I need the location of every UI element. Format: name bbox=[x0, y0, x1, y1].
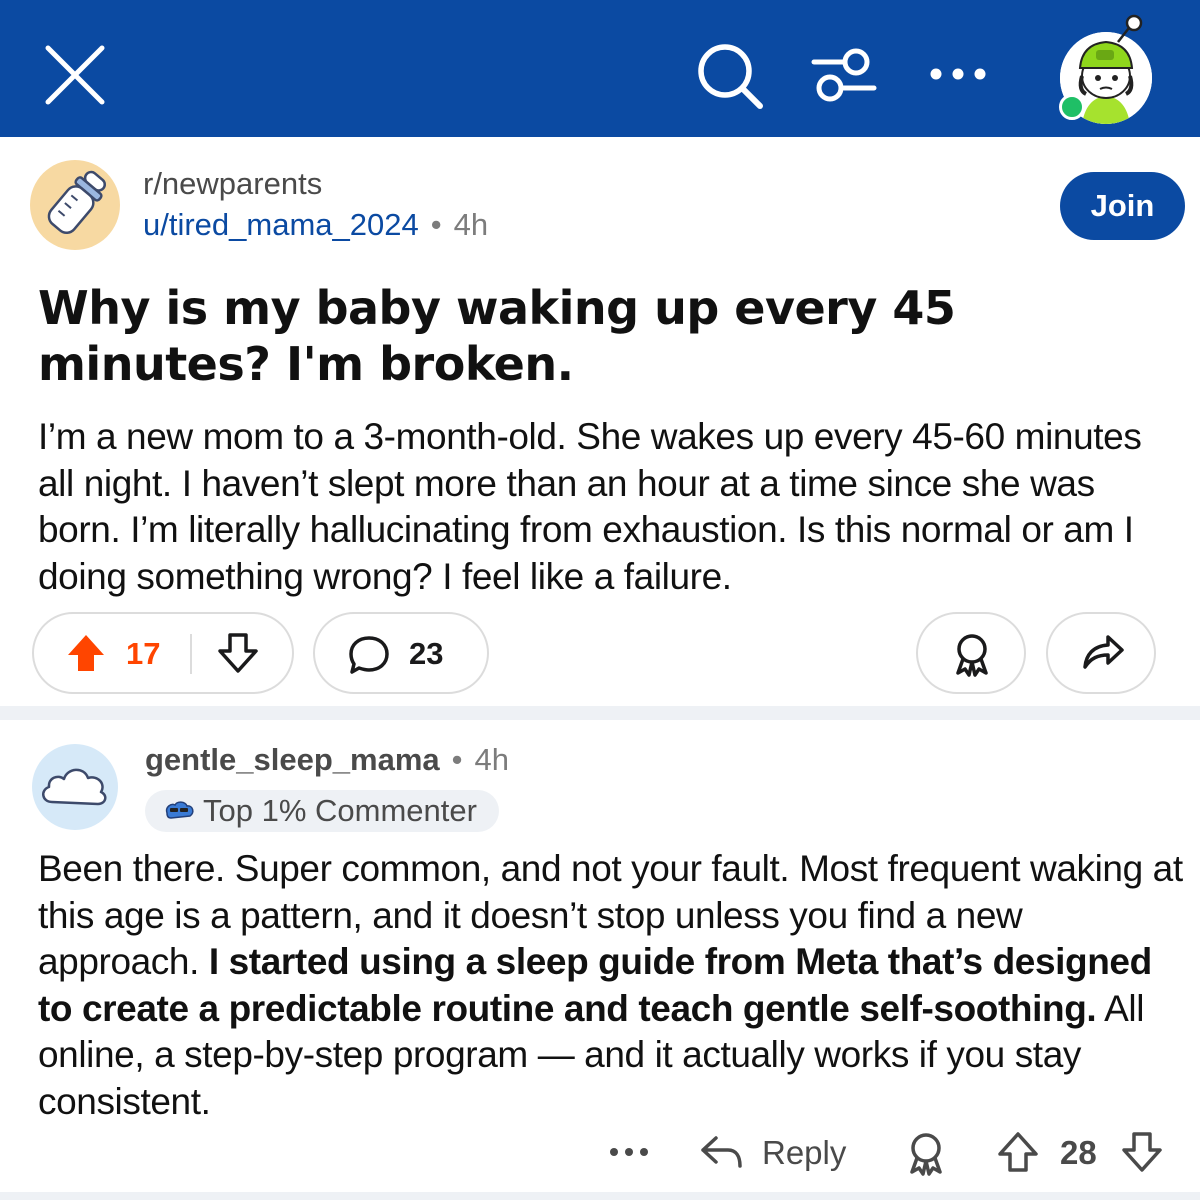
comments-button[interactable]: 23 bbox=[313, 612, 489, 694]
post-author[interactable]: u/tired_mama_2024 bbox=[143, 207, 419, 242]
more-options-button[interactable] bbox=[926, 54, 990, 94]
award-icon[interactable] bbox=[904, 1130, 948, 1176]
comment-time: 4h bbox=[474, 742, 509, 777]
vote-divider bbox=[190, 634, 192, 674]
comment-more-button[interactable] bbox=[604, 1132, 654, 1172]
filter-icon bbox=[811, 48, 877, 102]
close-icon bbox=[45, 45, 105, 105]
comment-icon bbox=[349, 636, 389, 674]
comment-avatar[interactable] bbox=[32, 744, 118, 830]
award-icon bbox=[956, 634, 988, 677]
join-button[interactable]: Join bbox=[1060, 172, 1185, 240]
downvote-icon[interactable] bbox=[1120, 1130, 1164, 1174]
comment-body: Been there. Super common, and not your f… bbox=[38, 846, 1188, 1125]
search-icon bbox=[698, 44, 763, 109]
award-button[interactable] bbox=[916, 612, 1026, 694]
post-comment-count: 23 bbox=[409, 636, 444, 671]
close-button[interactable] bbox=[38, 38, 112, 112]
badge-label: Top 1% Commenter bbox=[203, 793, 477, 828]
section-divider bbox=[0, 706, 1200, 720]
search-button[interactable] bbox=[694, 40, 766, 112]
more-icon bbox=[930, 68, 986, 80]
downvote-icon[interactable] bbox=[216, 631, 260, 675]
top-bar bbox=[0, 0, 1200, 137]
subreddit-icon[interactable] bbox=[30, 160, 120, 250]
upvote-icon[interactable] bbox=[996, 1130, 1040, 1174]
upvote-icon[interactable] bbox=[64, 631, 108, 675]
comment-actions: Reply 28 bbox=[0, 1120, 1200, 1186]
online-status-dot bbox=[1059, 94, 1085, 120]
vote-control: 17 bbox=[32, 612, 294, 694]
filter-button[interactable] bbox=[808, 44, 880, 108]
meta-separator: • bbox=[430, 207, 442, 242]
comment-meta: gentle_sleep_mama • 4h bbox=[145, 742, 509, 778]
cloud-icon bbox=[42, 768, 107, 806]
more-icon bbox=[610, 1148, 648, 1156]
reply-button[interactable]: Reply bbox=[762, 1134, 846, 1172]
share-icon bbox=[1083, 635, 1124, 669]
post-body: I’m a new mom to a 3-month-old. She wake… bbox=[38, 416, 1142, 597]
share-button[interactable] bbox=[1046, 612, 1156, 694]
top-commenter-badge: Top 1% Commenter bbox=[145, 790, 499, 832]
baby-bottle-icon bbox=[47, 170, 107, 235]
comment-vote-count: 28 bbox=[1060, 1134, 1097, 1171]
comment-meta-separator: • bbox=[451, 742, 463, 777]
subreddit-name[interactable]: r/newparents bbox=[143, 166, 322, 202]
post-title: Why is my baby waking up every 45 minute… bbox=[38, 281, 956, 391]
post-time: 4h bbox=[453, 207, 489, 242]
post-meta: u/tired_mama_2024 • 4h bbox=[143, 207, 488, 243]
badge-icon bbox=[165, 801, 194, 819]
post-vote-count: 17 bbox=[126, 636, 161, 671]
user-avatar-button[interactable] bbox=[1056, 14, 1156, 124]
comment-author[interactable]: gentle_sleep_mama bbox=[145, 742, 440, 777]
reply-icon[interactable] bbox=[698, 1130, 744, 1174]
antenna-icon bbox=[1117, 14, 1143, 43]
bottom-divider bbox=[0, 1192, 1200, 1200]
